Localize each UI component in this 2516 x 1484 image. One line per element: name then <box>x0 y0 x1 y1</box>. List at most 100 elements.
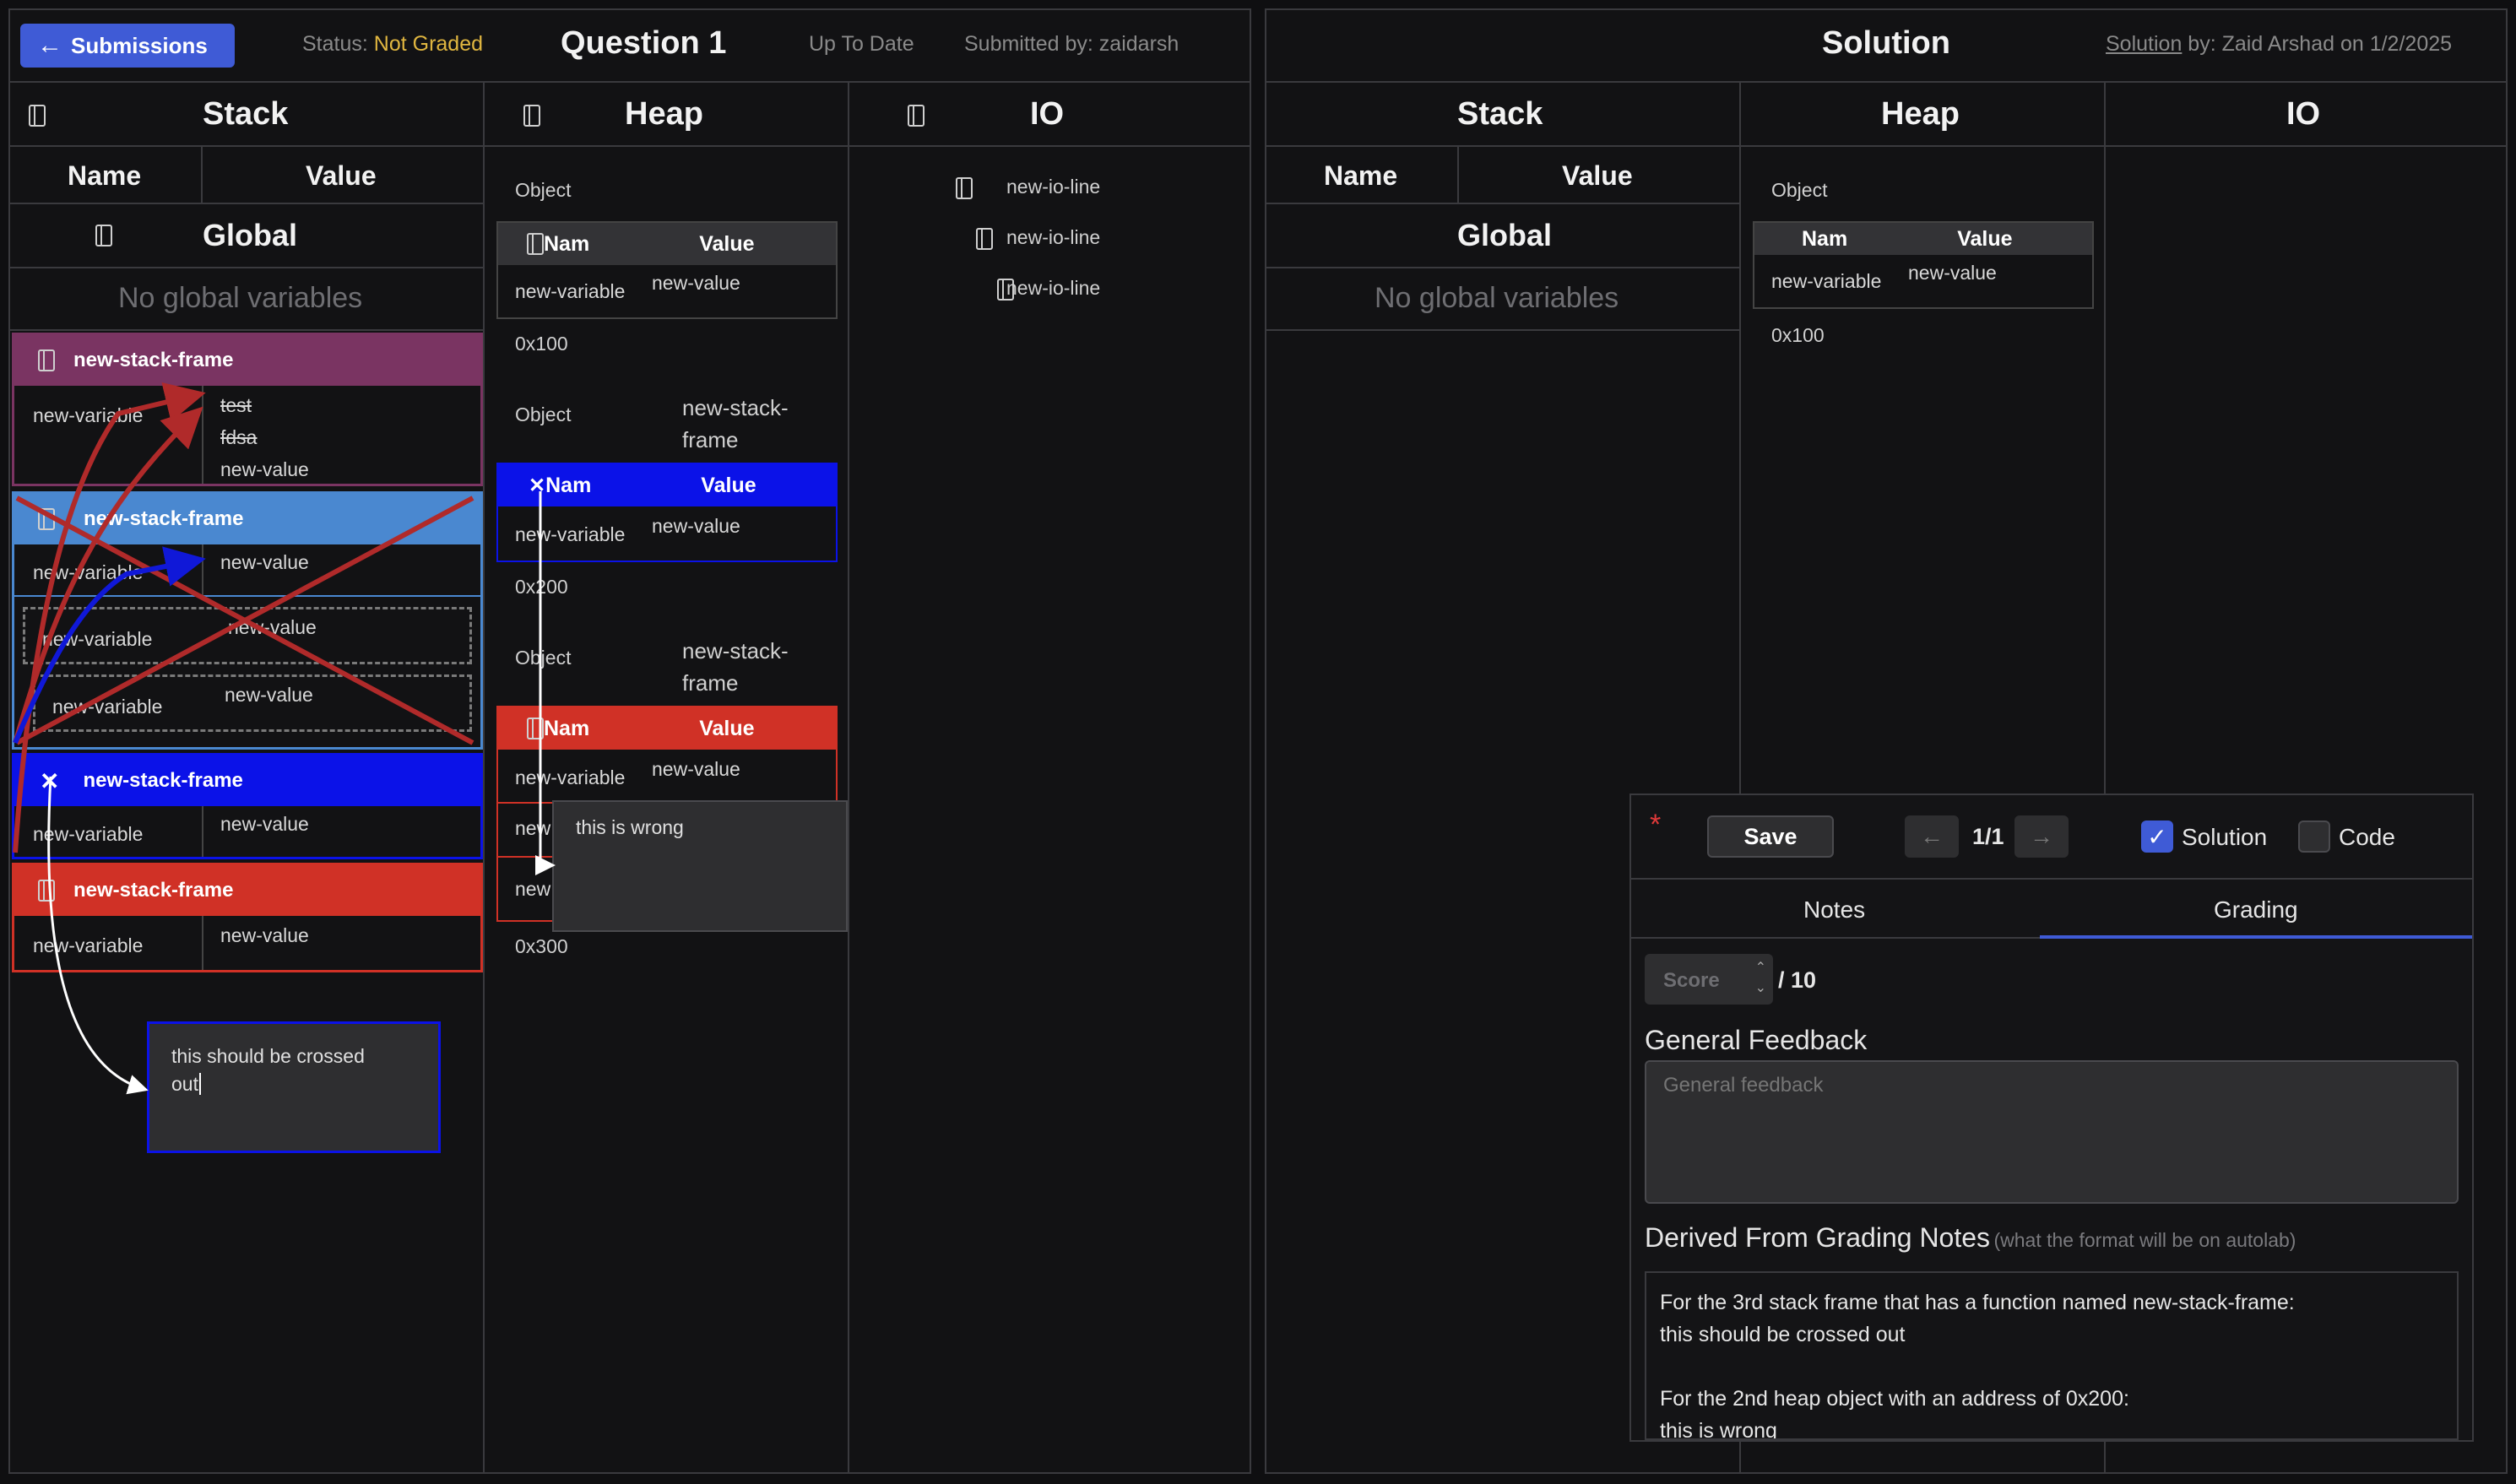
book-icon[interactable] <box>523 105 541 127</box>
heap-address: 0x100 <box>515 333 568 355</box>
object-label: Object <box>515 647 572 669</box>
derived-line: For the 2nd heap object with an address … <box>1660 1387 2129 1411</box>
stepper-down-icon[interactable]: ⌄ <box>1755 979 1766 996</box>
variable-name: new-variable <box>515 280 626 302</box>
code-checkbox[interactable] <box>2298 821 2330 853</box>
tab-grading[interactable]: Grading <box>2214 896 2298 923</box>
tab-notes[interactable]: Notes <box>1803 896 1865 923</box>
io-heading: IO <box>1030 96 1065 132</box>
frame-label: new-stack-frame <box>682 395 789 452</box>
stack-frame[interactable]: new-stack-frame new-variable test fdsa n… <box>12 333 483 486</box>
submitted-by: Submitted by: zaidarsh <box>964 32 1179 56</box>
global-heading: Global <box>203 218 298 252</box>
variable-name: new <box>515 817 551 839</box>
variable-name: new-variable <box>33 823 144 845</box>
book-icon[interactable] <box>527 718 544 739</box>
value-column-header: Value <box>1562 160 1633 191</box>
book-icon[interactable] <box>976 228 994 250</box>
io-line: new-io-line <box>1006 226 1101 248</box>
solution-checkbox-label: Solution <box>2182 824 2268 850</box>
page-indicator: 1/1 <box>1972 824 2004 849</box>
submissions-label: Submissions <box>71 32 208 58</box>
score-input[interactable]: Score ⌃ ⌄ <box>1645 954 1773 1005</box>
no-globals-text: No global variables <box>118 282 363 314</box>
derived-hint: (what the format will be on autolab) <box>1993 1229 2296 1251</box>
submissions-button[interactable]: ← Submissions <box>20 24 235 68</box>
book-icon[interactable] <box>955 177 973 199</box>
heap-address: 0x300 <box>515 935 568 957</box>
general-feedback-title: General Feedback <box>1645 1025 1868 1055</box>
variable-name: new-variable <box>33 934 144 956</box>
book-icon[interactable] <box>38 349 55 371</box>
book-icon[interactable] <box>29 105 46 127</box>
value-column-header: Value <box>306 160 377 191</box>
close-icon[interactable]: ✕ <box>529 474 545 498</box>
next-button[interactable]: → <box>2014 815 2069 858</box>
annotation-note[interactable]: this should be crossed out <box>147 1021 441 1153</box>
frame-title: new-stack-frame <box>73 349 234 371</box>
name-column-header: Name <box>1324 160 1398 191</box>
note-text-line: out <box>171 1070 416 1098</box>
global-heading: Global <box>1457 218 1553 252</box>
variable-value: new-value <box>228 616 317 638</box>
frame-label: new-stack-frame <box>682 638 789 696</box>
variable-value: fdsa <box>220 426 258 448</box>
status-text: Status: Not Graded <box>302 32 484 56</box>
io-heading: IO <box>2286 96 2321 132</box>
stack-frame[interactable]: new-stack-frame new-variable new-value n… <box>12 491 483 750</box>
heap-object[interactable]: Nam Value new-variable new-value <box>1753 221 2094 309</box>
heap-object[interactable]: Nam Value new-variable new-value <box>496 221 838 319</box>
previous-button[interactable]: ← <box>1905 815 1959 858</box>
annotation-note[interactable]: this is wrong <box>552 800 848 932</box>
book-icon[interactable] <box>95 225 113 246</box>
stack-frame[interactable]: ✕ new-stack-frame new-variable new-value <box>12 753 483 859</box>
status-badge: Not Graded <box>373 32 484 56</box>
variable-value: new-value <box>220 924 309 946</box>
variable-name: new-variable <box>33 561 144 583</box>
page-title: Question 1 <box>561 25 727 61</box>
variable-name: new-variable <box>33 404 144 426</box>
stack-heading: Stack <box>1457 96 1543 132</box>
save-button[interactable]: Save <box>1707 815 1834 858</box>
solution-link[interactable]: Solution <box>2106 32 2182 56</box>
note-text-line: this should be crossed <box>171 1045 365 1067</box>
arrow-left-icon: ← <box>1920 823 1944 849</box>
code-checkbox-label: Code <box>2339 824 2395 850</box>
io-line: new-io-line <box>1006 277 1101 299</box>
variable-name: new-variable <box>515 766 626 788</box>
stack-frame[interactable]: new-stack-frame new-variable new-value <box>12 863 483 972</box>
sync-status: Up To Date <box>809 32 914 56</box>
variable-name: new-variable <box>515 523 626 545</box>
variable-value: new-value <box>220 813 309 835</box>
solution-by: Solution by: Zaid Arshad on 1/2/2025 <box>2106 32 2453 56</box>
close-icon[interactable]: ✕ <box>40 767 59 795</box>
object-label: Object <box>1771 179 1828 201</box>
derived-line <box>1660 1351 2443 1383</box>
stepper-up-icon[interactable]: ⌃ <box>1755 959 1766 976</box>
variable-value: new-value <box>652 758 740 780</box>
score-max: / 10 <box>1778 967 1817 993</box>
frame-title: new-stack-frame <box>84 507 244 530</box>
book-icon[interactable] <box>907 105 925 127</box>
heap-heading: Heap <box>625 96 703 132</box>
arrow-right-icon: → <box>2030 823 2053 849</box>
variable-name: new <box>515 878 551 900</box>
object-label: Object <box>515 403 572 425</box>
frame-title: new-stack-frame <box>83 769 243 792</box>
derived-line: this should be crossed out <box>1660 1323 1906 1346</box>
nested-object[interactable]: new-variable new-value <box>33 674 472 732</box>
variable-value: new-value <box>652 272 740 294</box>
book-icon[interactable] <box>527 233 544 255</box>
solution-title: Solution <box>1822 25 1950 61</box>
general-feedback-input[interactable] <box>1645 1060 2459 1204</box>
book-icon[interactable] <box>38 880 55 902</box>
variable-name: new-variable <box>42 628 153 650</box>
stack-heading: Stack <box>203 96 289 132</box>
note-text: this is wrong <box>576 816 684 838</box>
nested-object[interactable]: new-variable new-value <box>23 607 472 664</box>
solution-checkbox[interactable]: ✓ <box>2141 821 2173 853</box>
name-column-header: Name <box>68 160 142 191</box>
heap-object[interactable]: ✕ Nam Value new-variable new-value <box>496 463 838 562</box>
book-icon[interactable] <box>38 508 55 530</box>
object-label: Object <box>515 179 572 201</box>
